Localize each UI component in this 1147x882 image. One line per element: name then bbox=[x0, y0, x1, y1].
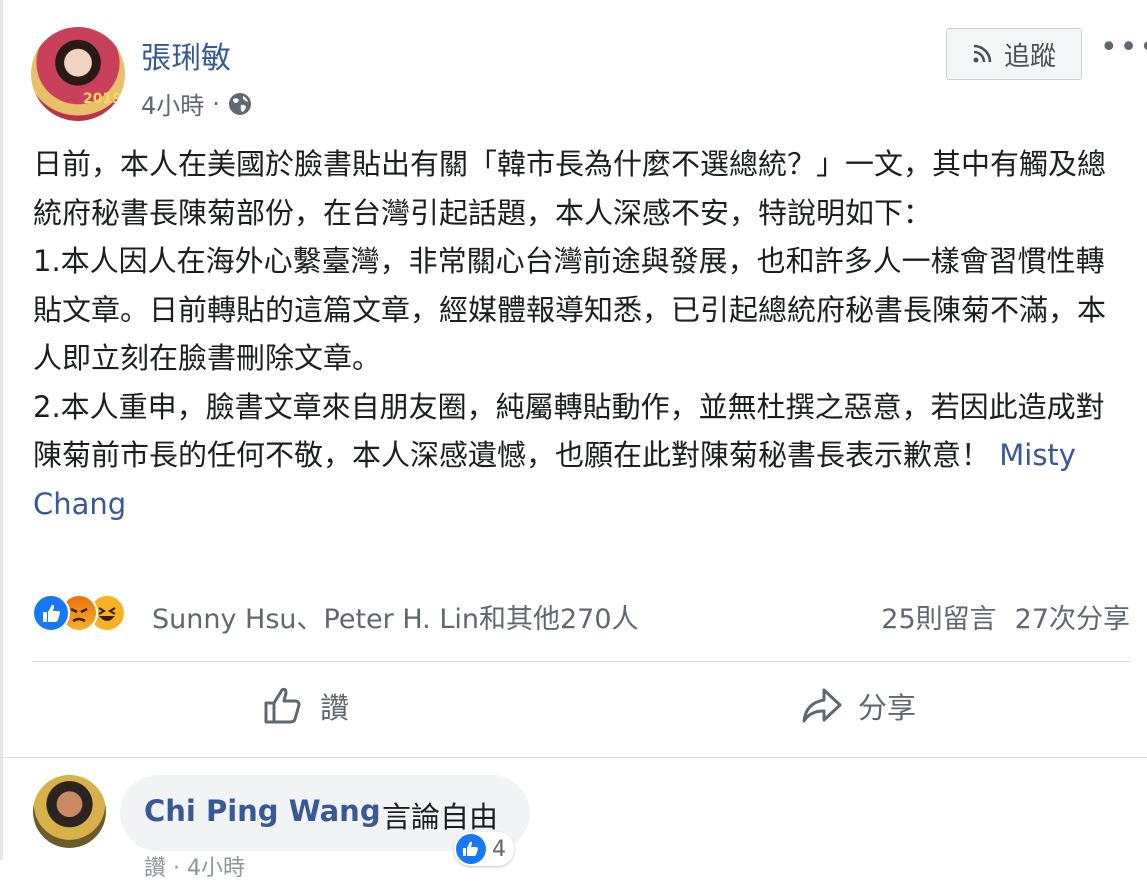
like-label: 讚 bbox=[320, 691, 350, 725]
thumbs-up-icon bbox=[264, 687, 301, 724]
author-name[interactable]: 張琍敏 bbox=[141, 33, 231, 77]
reaction-icons[interactable] bbox=[32, 594, 126, 632]
follow-button[interactable]: 追蹤 bbox=[946, 28, 1082, 80]
follow-label: 追蹤 bbox=[1003, 41, 1056, 72]
post-meta: 4小時 · bbox=[141, 86, 252, 121]
comment-footer[interactable]: 讚 · 4小時 bbox=[144, 850, 245, 882]
comment-like-badge[interactable]: 4 bbox=[454, 832, 514, 866]
post-paragraph-3: 2.本人重申，臉書文章來自朋友圈，純屬轉貼動作，並無杜撰之惡意，若因此造成對陳菊… bbox=[33, 383, 1123, 529]
post-stats: 25則留言 27次分享 bbox=[881, 597, 1130, 636]
comments-divider bbox=[0, 757, 1147, 758]
card-edge bbox=[0, 0, 3, 860]
share-count[interactable]: 27次分享 bbox=[1015, 597, 1130, 636]
post-paragraph-2: 1.本人因人在海外心繫臺灣，非常關心台灣前途與發展，也和許多人一樣會習慣性轉貼文… bbox=[33, 244, 1107, 375]
like-button[interactable]: 讚 bbox=[262, 684, 349, 728]
post-timestamp[interactable]: 4小時 bbox=[141, 86, 204, 121]
post-paragraph-1: 日前，本人在美國於臉書貼出有關「韓市長為什麼不選總統？」一文，其中有觸及總統府秘… bbox=[33, 147, 1107, 230]
divider bbox=[32, 661, 1130, 662]
comment-text: 言論自由 bbox=[382, 800, 499, 834]
comment-like-count: 4 bbox=[492, 836, 506, 862]
share-icon bbox=[802, 688, 842, 723]
meta-separator: · bbox=[212, 89, 220, 118]
avatar-year: 2019 bbox=[83, 91, 122, 107]
globe-icon[interactable] bbox=[228, 92, 252, 116]
author-avatar[interactable]: 2019 bbox=[31, 27, 125, 121]
post-text: 日前，本人在美國於臉書貼出有關「韓市長為什麼不選總統？」一文，其中有觸及總統府秘… bbox=[33, 140, 1123, 528]
reaction-summary[interactable]: Sunny Hsu、Peter H. Lin和其他270人 bbox=[152, 597, 639, 636]
commenter-name[interactable]: Chi Ping Wang bbox=[144, 794, 381, 828]
rss-icon bbox=[973, 44, 992, 63]
comment-count[interactable]: 25則留言 bbox=[881, 597, 996, 636]
commenter-avatar[interactable] bbox=[33, 775, 106, 848]
share-label: 分享 bbox=[858, 691, 917, 725]
more-options-icon[interactable]: ••• bbox=[1100, 30, 1147, 65]
post-paragraph-3-text: 2.本人重申，臉書文章來自朋友圈，純屬轉貼動作，並無杜撰之惡意，若因此造成對陳菊… bbox=[33, 389, 1105, 473]
like-reaction-icon bbox=[32, 594, 70, 632]
share-button[interactable]: 分享 bbox=[800, 684, 916, 728]
